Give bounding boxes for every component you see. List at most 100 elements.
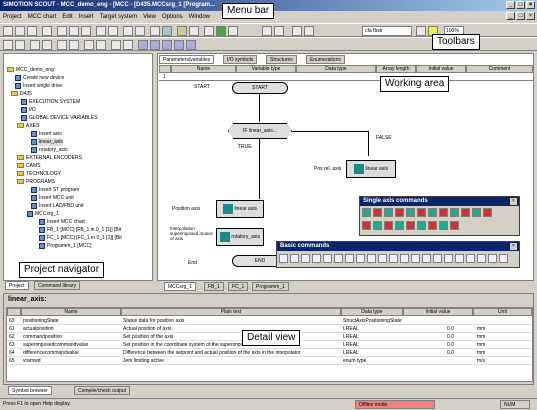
task-icon[interactable] — [433, 254, 442, 263]
assignment-icon[interactable] — [290, 254, 299, 263]
connect-icon[interactable] — [135, 26, 145, 36]
chart-move-icon[interactable] — [42, 40, 52, 50]
while-icon[interactable] — [312, 254, 321, 263]
tab-programm1[interactable]: Programm_1 — [252, 282, 289, 291]
tree-item-fb1[interactable]: FB_1 [MCC] [FB_1 in 0_1 [1]] [Bit — [39, 226, 121, 234]
st-zoom-icon[interactable] — [367, 254, 376, 263]
tab-structures[interactable]: Structures — [266, 55, 297, 64]
chart-down-icon[interactable] — [69, 40, 79, 50]
tab-fc1[interactable]: FC_1 — [228, 282, 249, 291]
gear-icon[interactable] — [439, 208, 448, 217]
chart-collapse-icon[interactable] — [123, 40, 133, 50]
torque-icon[interactable] — [362, 221, 371, 230]
breakpoint-icon[interactable] — [162, 40, 172, 50]
superimpose-icon[interactable] — [417, 221, 426, 230]
cam-icon[interactable] — [450, 208, 459, 217]
tree-item-execution-system[interactable]: EXECUTION SYSTEM — [21, 98, 80, 106]
lad-fbd-icon[interactable] — [444, 254, 453, 263]
palette-close-icon[interactable]: × — [510, 243, 517, 250]
trace-mode-icon[interactable] — [186, 40, 196, 50]
table-row[interactable]: 63 positioningState Status data for posi… — [7, 317, 532, 325]
menu-insert[interactable]: Insert — [79, 14, 94, 20]
maximize-button[interactable]: □ — [516, 1, 525, 9]
tree-item-d435[interactable]: D435 — [11, 90, 32, 98]
doc-restore-button[interactable]: □ — [516, 12, 525, 20]
tree-item-rotatory-axis[interactable]: rotatory_axis — [31, 146, 68, 154]
new-icon[interactable] — [3, 26, 13, 36]
tree-item-axes[interactable]: AXES — [17, 122, 39, 130]
tree-item-global-vars[interactable]: GLOBAL DEVICE VARIABLES — [21, 114, 98, 122]
sub-icon[interactable] — [422, 254, 431, 263]
menu-project[interactable]: Project — [3, 14, 22, 20]
module-icon[interactable] — [411, 254, 420, 263]
table-row[interactable]: 65 vramwd Jerk limiting active enum type… — [7, 357, 532, 365]
doc-close-button[interactable]: × — [526, 12, 535, 20]
release-icon[interactable] — [384, 221, 393, 230]
menu-mcc-chart[interactable]: MCC chart — [28, 14, 57, 20]
velocity-icon[interactable] — [417, 208, 426, 217]
tree-item-insert-lad[interactable]: Insert LAD/FBD unit — [31, 202, 83, 210]
wait-icon[interactable] — [345, 254, 354, 263]
tab-symbol-browser[interactable]: Symbol browser — [8, 386, 52, 395]
tree-item-create-device[interactable]: Create new device — [15, 74, 64, 82]
rotatory-block[interactable]: rotatory_axis — [216, 228, 264, 246]
tab-compile-output[interactable]: Compile/check output — [74, 386, 131, 395]
chart-insert-icon[interactable] — [15, 40, 25, 50]
signal-icon[interactable] — [477, 254, 486, 263]
measure-icon[interactable] — [461, 208, 470, 217]
call-icon[interactable] — [356, 254, 365, 263]
path-icon[interactable] — [395, 221, 404, 230]
acknowledge-icon[interactable] — [395, 208, 404, 217]
tree-item-fc1[interactable]: FC_1 [MCC] [FC_1 in 0_1 [1]] [Bit — [39, 234, 122, 242]
doc-minimize-button[interactable]: _ — [506, 12, 515, 20]
palette-close-icon[interactable]: × — [510, 198, 517, 205]
if-icon[interactable] — [301, 254, 310, 263]
save-icon[interactable] — [27, 26, 37, 36]
comment-icon[interactable] — [279, 254, 288, 263]
fixed-stop-icon[interactable] — [373, 221, 382, 230]
monitor-icon[interactable] — [189, 26, 199, 36]
cut-icon[interactable] — [57, 26, 67, 36]
close-button[interactable]: × — [526, 1, 535, 9]
tab-parameters[interactable]: Parameters/variables — [159, 55, 215, 64]
tree-item-insert-drive[interactable]: Insert single drive — [15, 82, 62, 90]
single-step-icon[interactable] — [174, 40, 184, 50]
redo-icon[interactable] — [108, 26, 118, 36]
filter-icon[interactable] — [416, 26, 426, 36]
table-row[interactable]: 64 differencecommandvalue Difference bet… — [7, 349, 532, 357]
menu-target-system[interactable]: Target system — [100, 14, 137, 20]
tree-item-mccsrg[interactable]: MCCsrg_1 — [27, 210, 59, 218]
for-icon[interactable] — [323, 254, 332, 263]
limit-icon[interactable] — [428, 221, 437, 230]
retract-icon[interactable] — [439, 221, 448, 230]
tree-item-insert-st[interactable]: Insert ST program — [31, 186, 79, 194]
stop-axis-icon[interactable] — [428, 208, 437, 217]
layout-icon[interactable] — [274, 26, 284, 36]
tab-project[interactable]: Project — [5, 281, 29, 290]
stop-icon[interactable] — [204, 26, 214, 36]
tree-item-insert-axis[interactable]: Insert axis — [31, 130, 62, 138]
undo-icon[interactable] — [96, 26, 106, 36]
interpolation-icon[interactable] — [406, 221, 415, 230]
print-preview-icon[interactable] — [304, 26, 314, 36]
if-block[interactable]: IF linear_axis... — [228, 123, 292, 139]
tree-item-cams[interactable]: CAMS — [17, 162, 40, 170]
sync-icon[interactable] — [483, 208, 492, 217]
tree-root[interactable]: MCC_demo_eng — [7, 66, 54, 74]
grid-icon[interactable] — [292, 26, 302, 36]
download-icon[interactable] — [123, 26, 133, 36]
table-icon[interactable] — [228, 26, 238, 36]
message-icon[interactable] — [488, 254, 497, 263]
tree-item-programs[interactable]: PROGRAMS — [17, 178, 55, 186]
tree-item-insert-mcc-chart[interactable]: Insert MCC chart — [39, 218, 85, 226]
print-icon[interactable] — [42, 26, 52, 36]
return-icon[interactable] — [400, 254, 409, 263]
window-icon[interactable] — [262, 26, 272, 36]
tab-command-library[interactable]: Command library — [34, 281, 81, 290]
step-icon[interactable] — [138, 40, 148, 50]
pos-axis-block[interactable]: linear axis — [216, 200, 264, 218]
tree-item-external-encoders[interactable]: EXTERNAL ENCODERS — [17, 154, 82, 162]
menu-window[interactable]: Window — [189, 14, 210, 20]
tree-item-technology[interactable]: TECHNOLOGY — [17, 170, 61, 178]
copy-icon[interactable] — [69, 26, 79, 36]
